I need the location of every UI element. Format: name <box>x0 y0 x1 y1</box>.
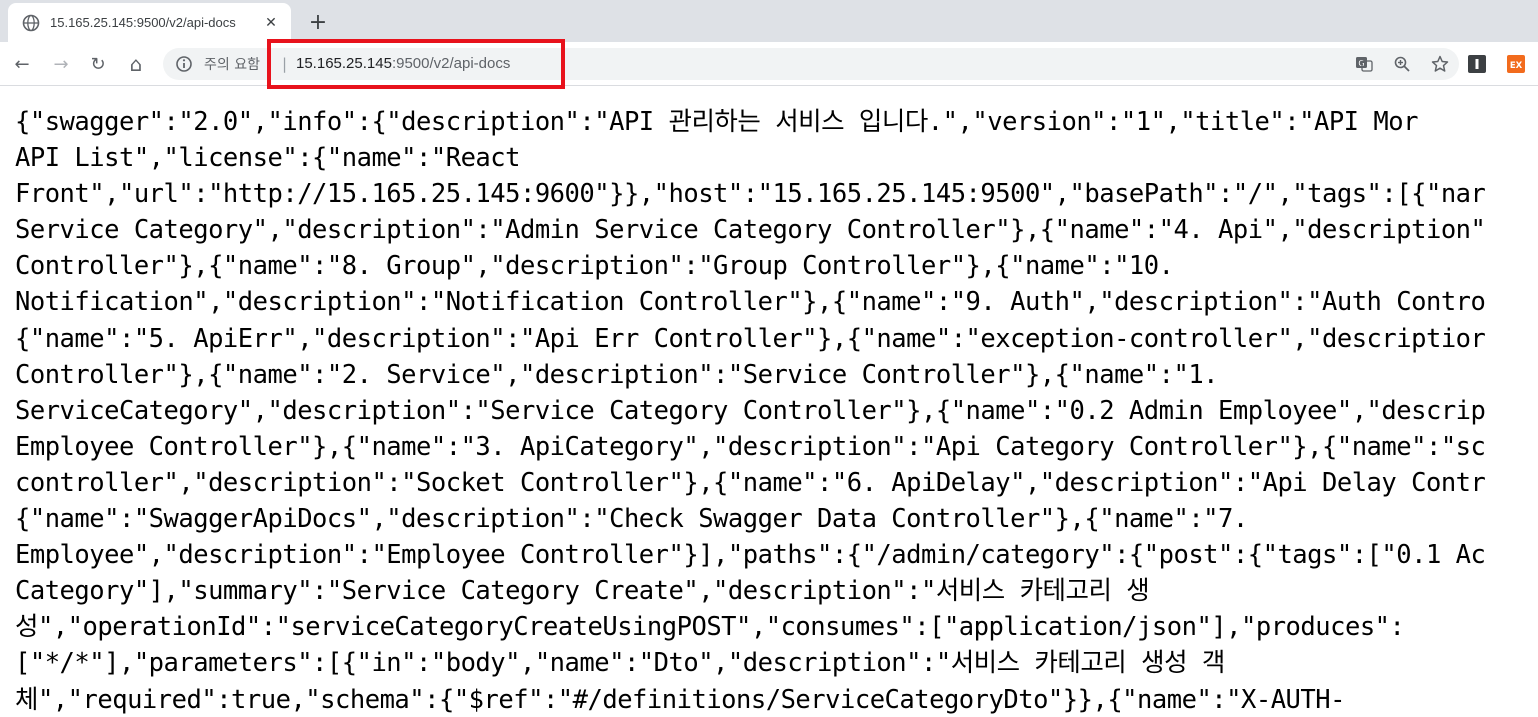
browser-tab[interactable]: 15.165.25.145:9500/v2/api-docs ✕ <box>8 3 291 42</box>
bookmark-star-icon[interactable] <box>1429 53 1451 75</box>
json-line: Service Category","description":"Admin S… <box>15 215 1486 246</box>
json-line: {"swagger":"2.0","info":{"description":"… <box>15 107 1418 137</box>
json-line: controller","description":"Socket Contro… <box>15 467 1486 498</box>
zoom-icon[interactable] <box>1391 53 1413 75</box>
info-icon[interactable] <box>175 55 193 73</box>
tab-strip: 15.165.25.145:9500/v2/api-docs ✕ + <box>0 0 1538 42</box>
json-line: ["*/*"],"parameters":[{"in":"body","name… <box>15 648 1225 679</box>
address-bar[interactable]: 주의 요함 | 15.165.25.145:9500/v2/api-docs G <box>163 48 1459 80</box>
json-line: API List","license":{"name":"React <box>15 143 520 174</box>
json-line: 성","operationId":"serviceCategoryCreateU… <box>15 612 1405 643</box>
json-line: {"name":"5. ApiErr","description":"Api E… <box>15 323 1486 354</box>
new-tab-button[interactable]: + <box>305 9 331 35</box>
translate-icon[interactable]: G <box>1353 53 1375 75</box>
reload-button[interactable]: ↻ <box>84 50 112 78</box>
extension-ex-icon[interactable]: EX <box>1505 53 1527 75</box>
json-line: Controller"},{"name":"8. Group","descrip… <box>15 251 1174 282</box>
forward-button[interactable]: → <box>47 50 75 78</box>
json-line: Employee Controller"},{"name":"3. ApiCat… <box>15 431 1486 462</box>
svg-text:EX: EX <box>1510 61 1523 71</box>
browser-toolbar: ← → ↻ ⌂ 주의 요함 | 15.165.25.145:9500/v2/ap… <box>0 42 1538 86</box>
tab-title: 15.165.25.145:9500/v2/api-docs <box>50 15 236 30</box>
json-line: Controller"},{"name":"2. Service","descr… <box>15 359 1219 390</box>
back-button[interactable]: ← <box>8 50 36 78</box>
json-line: Front","url":"http://15.165.25.145:9600"… <box>15 179 1486 210</box>
json-line: Notification","description":"Notificatio… <box>15 287 1486 318</box>
globe-icon <box>22 14 40 31</box>
json-line: ServiceCategory","description":"Service … <box>15 395 1486 426</box>
home-button[interactable]: ⌂ <box>122 50 150 78</box>
url-host: 15.165.25.145 <box>296 55 392 72</box>
json-line: {"name":"SwaggerApiDocs","description":"… <box>15 504 1248 535</box>
json-line: 체","required":true,"schema":{"$ref":"#/d… <box>15 684 1345 715</box>
url-text[interactable]: 15.165.25.145:9500/v2/api-docs <box>296 55 510 72</box>
json-line: Category"],"summary":"Service Category C… <box>15 576 1150 607</box>
close-icon[interactable]: ✕ <box>261 13 281 33</box>
extension-i-icon[interactable] <box>1466 53 1488 75</box>
security-label[interactable]: 주의 요함 <box>204 54 260 74</box>
omnibox-actions: G <box>1353 53 1451 75</box>
json-line: Employee","description":"Employee Contro… <box>15 540 1486 571</box>
url-path: :9500/v2/api-docs <box>391 55 511 72</box>
url-separator: | <box>282 55 288 73</box>
json-response-body: {"swagger":"2.0","info":{"description":"… <box>15 104 1538 717</box>
